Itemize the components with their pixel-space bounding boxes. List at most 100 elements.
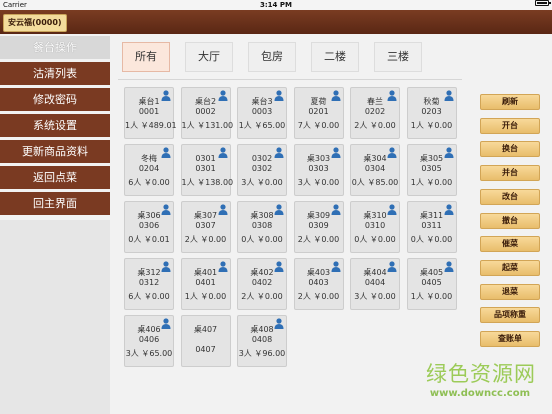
table-card[interactable]: 桌台1 0001 1人 ￥489.01: [124, 87, 177, 139]
action-button[interactable]: 查账单: [480, 331, 540, 347]
table-card[interactable]: 桌405 0405 1人 ￥0.00: [406, 258, 457, 310]
table-card[interactable]: 桌310 0310 0人 ￥0.00: [350, 201, 400, 253]
person-icon: [331, 261, 341, 272]
table-card[interactable]: 0301 0301 1人 ￥138.00: [180, 144, 234, 196]
action-button[interactable]: 撤台: [480, 212, 540, 229]
action-button[interactable]: 刷新: [480, 94, 540, 110]
table-code: 0403: [308, 278, 329, 287]
table-card[interactable]: 桌308 0308 0人 ￥0.00: [237, 201, 287, 253]
table-card[interactable]: 桌408 0408 3人 ￥96.00: [237, 315, 287, 367]
person-icon: [218, 90, 228, 101]
table-code: 0203: [421, 107, 442, 116]
store-label[interactable]: 安云福(0000): [3, 14, 67, 32]
table-code: 0311: [421, 221, 442, 230]
table-card[interactable]: 桌303 0303 3人 ￥0.00: [293, 144, 344, 196]
sidebar-item[interactable]: 沽清列表: [0, 62, 110, 85]
action-button[interactable]: 退菜: [480, 283, 540, 300]
sidebar-item[interactable]: 回主界面: [0, 192, 110, 215]
table-code: 0306: [138, 221, 160, 230]
table-guests-amount: 1人 ￥0.00: [410, 121, 453, 130]
table-guests-amount: 2人 ￥0.00: [184, 235, 227, 244]
table-card[interactable]: 桌台3 0003 1人 ￥65.00: [237, 87, 287, 139]
table-code: 0305: [421, 164, 442, 173]
table-guests-amount: 3人 ￥0.00: [241, 178, 283, 187]
table-card[interactable]: 桌306 0306 0人 ￥0.01: [124, 201, 174, 253]
person-icon: [444, 204, 454, 215]
table-guests-amount: 3人 ￥0.00: [297, 178, 340, 187]
sidebar-item[interactable]: 餐台操作: [0, 36, 110, 59]
table-code: 0312: [138, 278, 160, 287]
table-card[interactable]: 桌311 0311 0人 ￥0.00: [406, 201, 457, 253]
table-card[interactable]: 桌402 0402 2人 ￥0.00: [237, 258, 287, 310]
person-icon: [331, 204, 341, 215]
table-guests-amount: 0人 ￥0.00: [354, 235, 396, 244]
person-icon: [274, 204, 284, 215]
action-button[interactable]: 换台: [480, 141, 540, 158]
action-button[interactable]: 并台: [480, 165, 540, 182]
action-button[interactable]: 改台: [480, 188, 540, 205]
person-icon: [387, 147, 397, 158]
table-card[interactable]: 冬梅 0204 6人 ￥0.00: [124, 144, 174, 196]
table-code: 0204: [138, 164, 160, 173]
sidebar-menu: 餐台操作沽清列表修改密码系统设置更新商品资料 返回点菜回主界面: [0, 36, 110, 215]
table-guests-amount: 1人 ￥0.00: [410, 292, 453, 301]
battery-icon: [535, 0, 551, 6]
table-guests-amount: 3人 ￥65.00: [125, 349, 173, 358]
table-card[interactable]: 桌404 0404 3人 ￥0.00: [350, 258, 400, 310]
action-button[interactable]: 开台: [480, 117, 540, 134]
table-card[interactable]: 春兰 0202 2人 ￥0.00: [350, 87, 400, 139]
action-button[interactable]: 品项称重: [480, 307, 540, 324]
table-guests-amount: 2人 ￥0.00: [354, 121, 396, 130]
person-icon: [387, 90, 397, 101]
table-guests-amount: 7人 ￥0.00: [297, 121, 340, 130]
table-guests-amount: 3人 ￥0.00: [354, 292, 396, 301]
person-icon: [444, 147, 454, 158]
table-code: 0301: [195, 164, 216, 173]
table-card[interactable]: 桌305 0305 1人 ￥0.00: [406, 144, 457, 196]
person-icon: [387, 204, 397, 215]
table-code: 0406: [138, 335, 160, 344]
tabs-divider: [118, 79, 462, 80]
person-icon: [218, 204, 228, 215]
table-guests-amount: 2人 ￥0.00: [241, 292, 283, 301]
table-card[interactable]: 桌309 0309 2人 ￥0.00: [293, 201, 344, 253]
table-card[interactable]: 桌401 0401 1人 ￥0.00: [180, 258, 231, 310]
table-code: 0302: [251, 164, 273, 173]
table-card[interactable]: 桌台2 0002 1人 ￥131.00: [180, 87, 233, 139]
table-card[interactable]: 桌403 0403 2人 ￥0.00: [293, 258, 344, 310]
table-code: 0408: [251, 335, 273, 344]
table-guests-amount: 1人 ￥138.00: [181, 178, 234, 187]
area-tab[interactable]: 二楼: [311, 42, 359, 72]
table-name: 桌407: [193, 325, 218, 334]
action-button[interactable]: 起菜: [480, 259, 540, 276]
person-icon: [331, 147, 341, 158]
table-code: 0308: [251, 221, 273, 230]
table-card[interactable]: 秋菊 0203 1人 ￥0.00: [406, 87, 457, 139]
table-code: 0402: [251, 278, 273, 287]
table-code: 0201: [308, 107, 329, 116]
table-card[interactable]: 0302 0302 3人 ￥0.00: [237, 144, 287, 196]
table-card[interactable]: 桌407 0407: [180, 315, 231, 367]
table-code: 0202: [364, 107, 386, 116]
table-card[interactable]: 桌312 0312 6人 ￥0.00: [124, 258, 174, 310]
person-icon: [274, 90, 284, 101]
area-tab[interactable]: 大厅: [185, 42, 233, 72]
area-tab[interactable]: 三楼: [374, 42, 422, 72]
person-icon: [274, 318, 284, 329]
sidebar-item[interactable]: 返回点菜: [0, 166, 110, 189]
table-card[interactable]: 桌304 0304 0人 ￥85.00: [350, 144, 400, 196]
sidebar-item[interactable]: 修改密码: [0, 88, 110, 111]
person-icon: [161, 261, 171, 272]
sidebar-item[interactable]: 更新商品资料: [0, 140, 110, 163]
table-code: 0002: [195, 107, 216, 116]
sidebar-item[interactable]: 系统设置: [0, 114, 110, 137]
watermark-url: www.downcc.com: [429, 388, 530, 399]
table-code: 0404: [364, 278, 386, 287]
area-tab[interactable]: 所有: [122, 42, 170, 72]
table-card[interactable]: 夏荷 0201 7人 ￥0.00: [293, 87, 344, 139]
area-tab[interactable]: 包房: [248, 42, 296, 72]
table-card[interactable]: 桌307 0307 2人 ￥0.00: [180, 201, 231, 253]
action-button[interactable]: 催菜: [480, 236, 540, 253]
person-icon: [444, 90, 454, 101]
table-card[interactable]: 桌406 0406 3人 ￥65.00: [124, 315, 174, 367]
